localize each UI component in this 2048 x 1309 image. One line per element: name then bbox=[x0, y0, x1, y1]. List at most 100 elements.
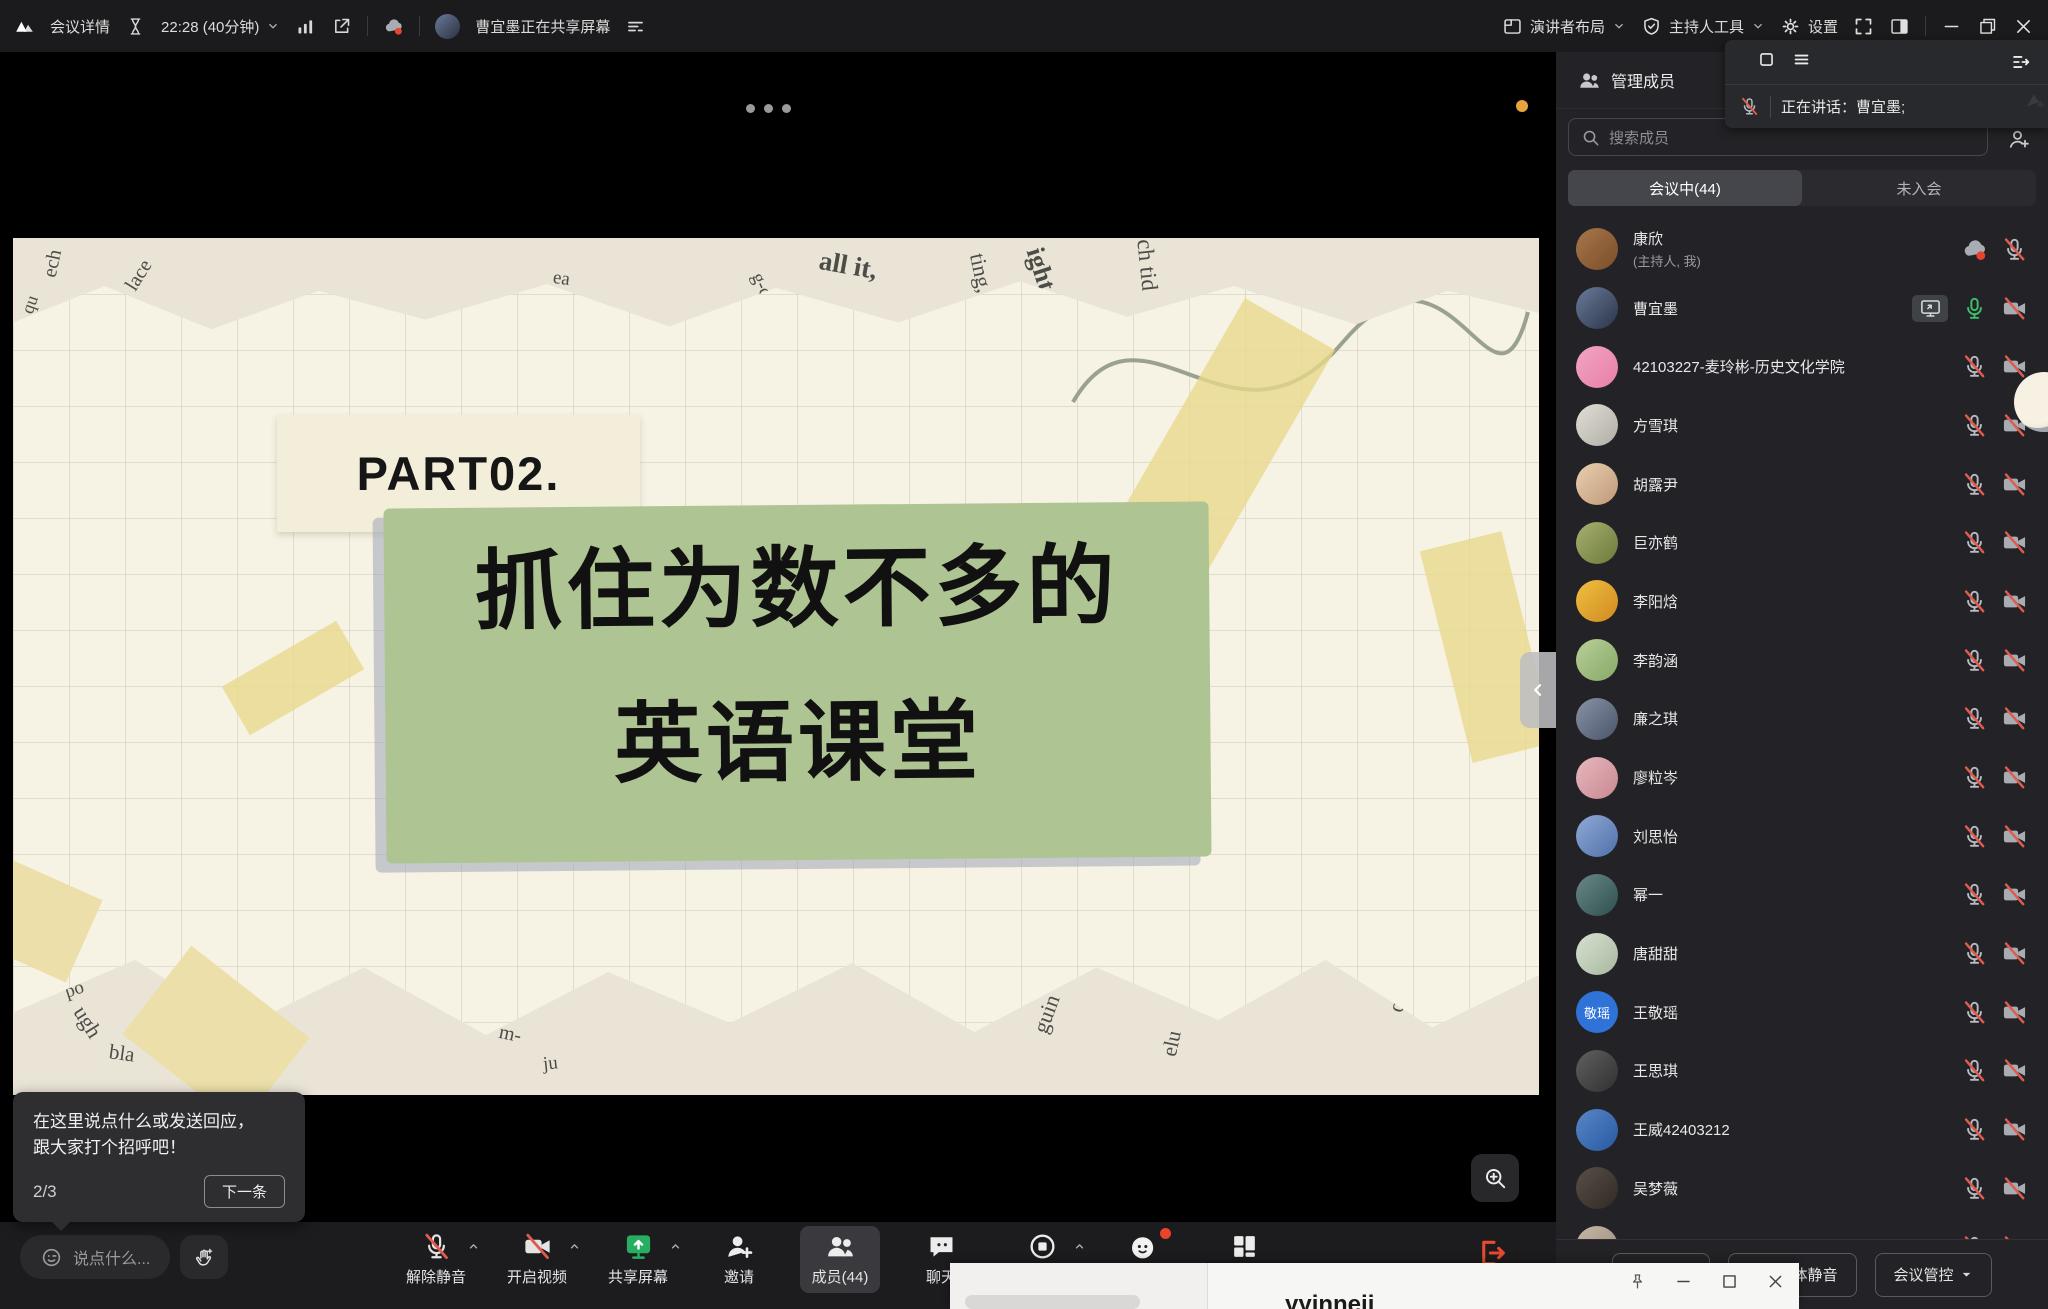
background-window-win-min2-button[interactable] bbox=[1674, 1272, 1693, 1291]
background-window-win-close2-button[interactable] bbox=[1766, 1272, 1785, 1291]
meeting-timer[interactable]: 22:28 (40分钟) bbox=[161, 16, 280, 37]
member-row[interactable] bbox=[1556, 1218, 2048, 1240]
collapse-panel-tab[interactable] bbox=[1520, 652, 1556, 728]
member-row[interactable]: 胡露尹 bbox=[1556, 455, 2048, 514]
open-external[interactable] bbox=[331, 16, 352, 37]
unmute-button[interactable]: 解除静音 bbox=[396, 1226, 476, 1293]
members-button[interactable]: 成员(44) bbox=[800, 1226, 880, 1293]
member-row[interactable]: 敬瑶 王敬瑶 bbox=[1556, 983, 2048, 1042]
sharer-avatar[interactable] bbox=[435, 14, 460, 39]
cam-off-icon[interactable] bbox=[2001, 1116, 2028, 1143]
cam-off-icon[interactable] bbox=[2001, 764, 2028, 791]
window-close[interactable] bbox=[2013, 16, 2034, 37]
member-tab-1[interactable]: 未入会 bbox=[1802, 170, 2036, 206]
settings[interactable]: 设置 bbox=[1780, 16, 1838, 37]
timer-icon[interactable] bbox=[125, 16, 146, 37]
mic-off-icon[interactable] bbox=[2001, 236, 2028, 263]
mic-off-icon[interactable] bbox=[1961, 353, 1988, 380]
cam-off-icon[interactable] bbox=[2001, 647, 2028, 674]
meeting-details[interactable]: 会议详情 bbox=[50, 16, 110, 37]
panel-footer-button-2[interactable]: 会议管控 bbox=[1875, 1253, 1992, 1297]
cam-off-icon[interactable] bbox=[2001, 471, 2028, 498]
mic-off-icon[interactable] bbox=[1961, 529, 1988, 556]
member-row[interactable]: 幂一 bbox=[1556, 866, 2048, 925]
widget-collapse-button[interactable] bbox=[2010, 51, 2032, 73]
cam-off-icon[interactable] bbox=[2001, 353, 2028, 380]
member-row[interactable]: 刘思怡 bbox=[1556, 807, 2048, 866]
mic-off-icon[interactable] bbox=[1961, 823, 1988, 850]
window-minimize[interactable] bbox=[1941, 16, 1962, 37]
member-row[interactable]: 王威42403212 bbox=[1556, 1100, 2048, 1159]
sidebar-toggle[interactable] bbox=[1889, 16, 1910, 37]
more-options-dots[interactable] bbox=[746, 104, 791, 113]
tooltip-next-button[interactable]: 下一条 bbox=[204, 1175, 285, 1208]
quick-chat-input[interactable]: 说点什么... bbox=[20, 1235, 170, 1279]
layout-selector[interactable]: 演讲者布局 bbox=[1502, 16, 1626, 37]
app-logo[interactable] bbox=[14, 16, 35, 37]
member-tab-0[interactable]: 会议中(44) bbox=[1568, 170, 1802, 206]
widget-square-button[interactable] bbox=[1757, 50, 1776, 74]
mic-off-icon[interactable] bbox=[1961, 1175, 1988, 1202]
cam-off-icon[interactable] bbox=[2001, 823, 2028, 850]
mic-off-icon[interactable] bbox=[1961, 1057, 1988, 1084]
mic-off-icon[interactable] bbox=[1961, 588, 1988, 615]
sharing-status[interactable]: 曹宜墨正在共享屏幕 bbox=[475, 16, 610, 37]
cam-off-icon[interactable] bbox=[2001, 588, 2028, 615]
member-row[interactable]: 李阳焓 bbox=[1556, 572, 2048, 631]
mic-off-icon[interactable] bbox=[1961, 471, 1988, 498]
mic-off-icon[interactable] bbox=[1961, 764, 1988, 791]
background-app-window[interactable]: yyinneii bbox=[950, 1263, 1799, 1309]
mic-off-icon[interactable] bbox=[1961, 705, 1988, 732]
cloud-record-status[interactable] bbox=[383, 16, 404, 37]
host-tools[interactable]: 主持人工具 bbox=[1641, 16, 1765, 37]
member-row[interactable]: 巨亦鹤 bbox=[1556, 513, 2048, 572]
mic-off-icon[interactable] bbox=[1961, 940, 1988, 967]
cloud-dot-sm-icon[interactable] bbox=[1961, 236, 1988, 263]
member-row[interactable]: 廉之琪 bbox=[1556, 690, 2048, 749]
share-screen-button[interactable]: 共享屏幕 bbox=[598, 1226, 678, 1293]
speaker-widget-controls bbox=[1725, 40, 2048, 85]
presentation-slide: echqulaceall it,ting,ightch tidg-cea ugh… bbox=[13, 238, 1539, 1095]
mic-on-icon[interactable] bbox=[1961, 295, 1988, 322]
raise-hand-button[interactable] bbox=[180, 1235, 228, 1279]
member-row[interactable]: 王思琪 bbox=[1556, 1042, 2048, 1101]
chevron-up-icon[interactable] bbox=[669, 1240, 682, 1253]
chevron-up-icon[interactable] bbox=[1073, 1240, 1086, 1253]
sharing-chip[interactable] bbox=[1912, 295, 1948, 322]
start-video-button[interactable]: 开启视频 bbox=[497, 1226, 577, 1293]
invite-button[interactable]: 邀请 bbox=[699, 1226, 779, 1293]
member-avatar bbox=[1576, 815, 1618, 857]
mic-off-icon[interactable] bbox=[1961, 647, 1988, 674]
mic-off-icon[interactable] bbox=[1961, 881, 1988, 908]
cam-off-icon[interactable] bbox=[2001, 1057, 2028, 1084]
widget-hamburger-button[interactable] bbox=[1792, 50, 1811, 74]
share-list[interactable] bbox=[625, 16, 646, 37]
chevron-up-icon[interactable] bbox=[467, 1240, 480, 1253]
mic-off-icon[interactable] bbox=[1961, 412, 1988, 439]
fullscreen-toggle[interactable] bbox=[1853, 16, 1874, 37]
cam-off-icon[interactable] bbox=[2001, 940, 2028, 967]
member-row[interactable]: 方雪琪 bbox=[1556, 396, 2048, 455]
member-row[interactable]: 吴梦薇 bbox=[1556, 1159, 2048, 1218]
member-row[interactable]: 康欣 (主持人, 我) bbox=[1556, 220, 2048, 279]
window-restore[interactable] bbox=[1977, 16, 1998, 37]
background-window-win-max-button[interactable] bbox=[1720, 1272, 1739, 1291]
background-window-pin-button[interactable] bbox=[1628, 1272, 1647, 1291]
member-avatar bbox=[1576, 874, 1618, 916]
cam-off-icon[interactable] bbox=[2001, 529, 2028, 556]
mic-off-icon[interactable] bbox=[1961, 1116, 1988, 1143]
member-row[interactable]: 42103227-麦玲彬-历史文化学院 bbox=[1556, 337, 2048, 396]
chevron-up-icon[interactable] bbox=[568, 1240, 581, 1253]
member-row[interactable]: 曹宜墨 bbox=[1556, 279, 2048, 338]
cam-off-icon[interactable] bbox=[2001, 295, 2028, 322]
member-row[interactable]: 唐甜甜 bbox=[1556, 924, 2048, 983]
member-row[interactable]: 廖粒岑 bbox=[1556, 748, 2048, 807]
zoom-in-button[interactable] bbox=[1471, 1154, 1519, 1202]
cam-off-icon[interactable] bbox=[2001, 1175, 2028, 1202]
cam-off-icon[interactable] bbox=[2001, 881, 2028, 908]
cam-off-icon[interactable] bbox=[2001, 705, 2028, 732]
network-signal[interactable] bbox=[295, 16, 316, 37]
cam-off-icon[interactable] bbox=[2001, 999, 2028, 1026]
member-row[interactable]: 李韵涵 bbox=[1556, 631, 2048, 690]
mic-off-icon[interactable] bbox=[1961, 999, 1988, 1026]
